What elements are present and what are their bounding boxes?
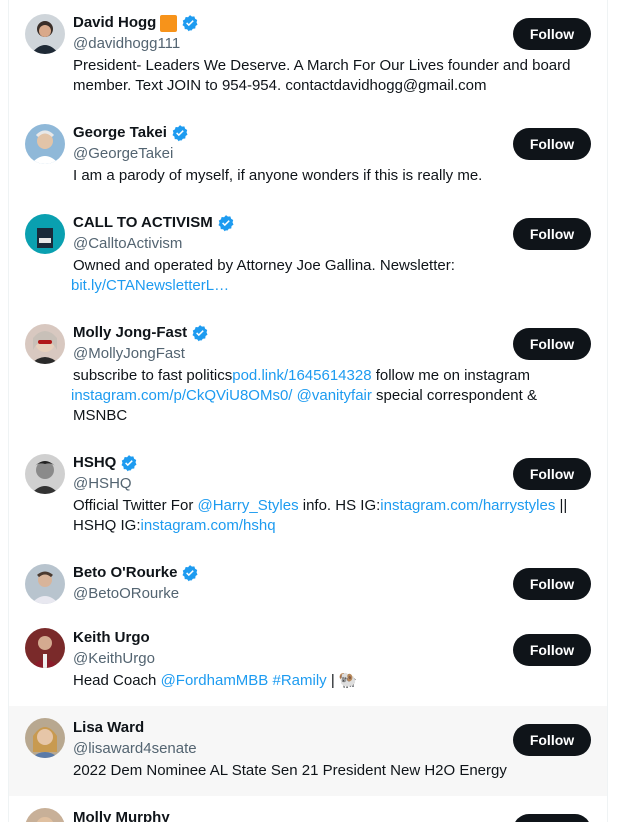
display-name[interactable]: CALL TO ACTIVISM	[73, 212, 213, 234]
display-name[interactable]: Molly Jong-Fast	[73, 322, 187, 344]
avatar[interactable]	[25, 124, 65, 164]
user-cell[interactable]: David Hogg @davidhogg111 President- Lead…	[9, 0, 607, 110]
user-bio: Official Twitter For @Harry_Styles info.…	[73, 497, 568, 534]
user-cell[interactable]: Molly Murphy Follow	[9, 796, 607, 822]
display-name[interactable]: Molly Murphy	[73, 807, 170, 822]
verified-badge-icon	[120, 454, 138, 472]
avatar[interactable]	[25, 324, 65, 364]
user-bio: subscribe to fast politicspod.link/16456…	[71, 367, 537, 424]
user-cell[interactable]: Lisa Ward @lisaward4senate 2022 Dem Nomi…	[9, 706, 607, 796]
user-bio: 2022 Dem Nominee AL State Sen 21 Preside…	[73, 762, 507, 779]
user-cell[interactable]: George Takei @GeorgeTakei I am a parody …	[9, 110, 607, 200]
follow-button[interactable]: Follow	[513, 218, 591, 250]
bio-mention[interactable]: @FordhamMBB	[161, 672, 269, 689]
bio-link[interactable]: bit.ly/CTANewsletterL…	[71, 277, 229, 294]
avatar[interactable]	[25, 14, 65, 54]
follow-button[interactable]: Follow	[513, 18, 591, 50]
user-bio: Owned and operated by Attorney Joe Galli…	[71, 257, 455, 294]
user-bio: I am a parody of myself, if anyone wonde…	[73, 167, 483, 184]
user-bio: President- Leaders We Deserve. A March F…	[73, 57, 571, 94]
follow-button[interactable]: Follow	[513, 814, 591, 822]
user-bio: Head Coach @FordhamMBB #Ramily | 🐏	[73, 672, 358, 689]
bio-hashtag[interactable]: #Ramily	[273, 672, 327, 689]
user-cell[interactable]: Keith Urgo @KeithUrgo Head Coach @Fordha…	[9, 616, 607, 706]
display-name[interactable]: Beto O'Rourke	[73, 562, 177, 584]
verified-badge-icon	[181, 14, 199, 32]
bio-link[interactable]: instagram.com/harrystyles	[380, 497, 555, 514]
avatar[interactable]	[25, 214, 65, 254]
avatar[interactable]	[25, 718, 65, 758]
user-cell[interactable]: Molly Jong-Fast @MollyJongFast subscribe…	[9, 310, 607, 440]
display-name[interactable]: George Takei	[73, 122, 167, 144]
follow-button[interactable]: Follow	[513, 568, 591, 600]
ram-emoji-icon: 🐏	[338, 672, 358, 689]
follow-button[interactable]: Follow	[513, 328, 591, 360]
verified-badge-icon	[191, 324, 209, 342]
display-name[interactable]: Keith Urgo	[73, 627, 150, 649]
user-cell[interactable]: CALL TO ACTIVISM @CalltoActivism Owned a…	[9, 200, 607, 310]
follow-button[interactable]: Follow	[513, 128, 591, 160]
user-cell[interactable]: Beto O'Rourke @BetoORourke Follow	[9, 550, 607, 616]
verified-badge-icon	[217, 214, 235, 232]
verified-badge-icon	[171, 124, 189, 142]
bio-link[interactable]: pod.link/1645614328	[232, 367, 371, 384]
follow-button[interactable]: Follow	[513, 634, 591, 666]
avatar[interactable]	[25, 808, 65, 822]
avatar[interactable]	[25, 628, 65, 668]
display-name[interactable]: David Hogg	[73, 12, 156, 34]
follow-button[interactable]: Follow	[513, 724, 591, 756]
bio-link[interactable]: instagram.com/p/CkQViU8OMs0/	[71, 387, 292, 404]
bio-mention[interactable]: @vanityfair	[297, 387, 372, 404]
verified-badge-icon	[181, 564, 199, 582]
avatar[interactable]	[25, 564, 65, 604]
orange-square-badge-icon	[160, 14, 178, 32]
follow-button[interactable]: Follow	[513, 458, 591, 490]
display-name[interactable]: HSHQ	[73, 452, 116, 474]
avatar[interactable]	[25, 454, 65, 494]
display-name[interactable]: Lisa Ward	[73, 717, 144, 739]
bio-link[interactable]: instagram.com/hshq	[141, 517, 276, 534]
bio-mention[interactable]: @Harry_Styles	[197, 497, 298, 514]
user-cell[interactable]: HSHQ @HSHQ Official Twitter For @Harry_S…	[9, 440, 607, 550]
who-to-follow-list: David Hogg @davidhogg111 President- Lead…	[8, 0, 608, 822]
